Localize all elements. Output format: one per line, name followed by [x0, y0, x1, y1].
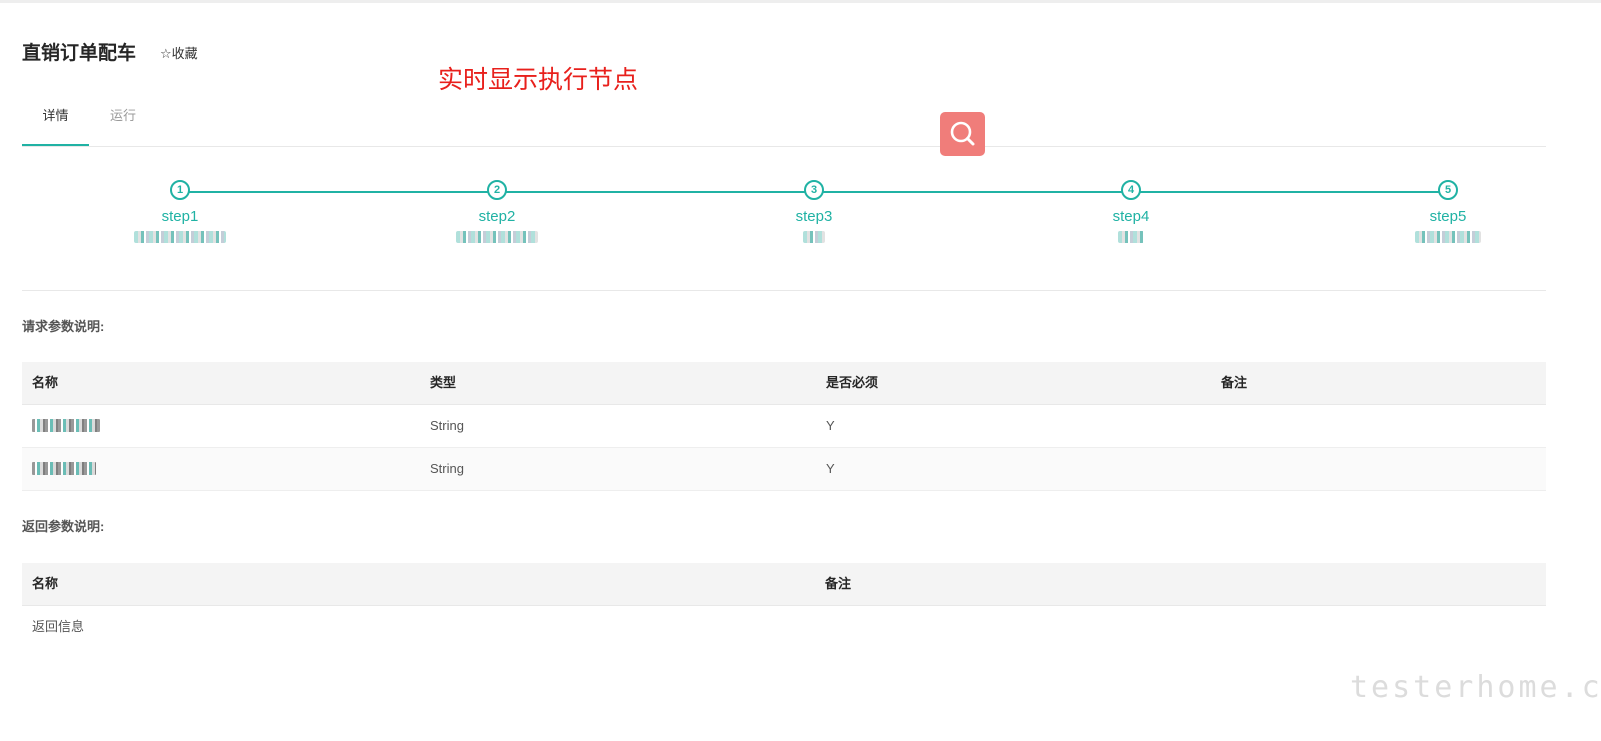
column-header-name: 名称: [32, 375, 59, 390]
request-params-title: 请求参数说明:: [22, 319, 105, 334]
step-progress: 1 step1 2 step2 3 step3 4 step4 5 step5: [22, 170, 1546, 270]
table-header: 名称 类型 是否必须 备注: [22, 362, 1546, 405]
column-header-remark: 备注: [1221, 375, 1248, 390]
param-name-redacted: [32, 419, 100, 432]
step-description-redacted: [803, 231, 825, 243]
top-border: [0, 0, 1601, 3]
step-label: step5: [1429, 208, 1467, 225]
step-number: 5: [1438, 180, 1458, 200]
param-type: String: [430, 461, 464, 476]
table-row: 返回信息: [22, 606, 1546, 649]
step-description-redacted: [456, 231, 538, 243]
step-item-4[interactable]: 4 step4: [1061, 170, 1201, 243]
step-item-2[interactable]: 2 step2: [427, 170, 567, 243]
step-label: step2: [478, 208, 516, 225]
step-number: 2: [487, 180, 507, 200]
return-params-title: 返回参数说明:: [22, 519, 105, 534]
return-params-table: 名称 备注 返回信息: [22, 563, 1546, 649]
param-required: Y: [826, 418, 835, 433]
step-number: 1: [170, 180, 190, 200]
table-row: String Y: [22, 448, 1546, 491]
step-description-redacted: [134, 231, 226, 243]
step-item-5[interactable]: 5 step5: [1378, 170, 1518, 243]
step-item-1[interactable]: 1 step1: [110, 170, 250, 243]
step-label: step1: [161, 208, 199, 225]
favorite-button[interactable]: ☆收藏: [160, 43, 198, 62]
tab-details[interactable]: 详情: [22, 96, 89, 146]
search-icon: [950, 121, 975, 146]
param-type: String: [430, 418, 464, 433]
param-required: Y: [826, 461, 835, 476]
step-label: step4: [1112, 208, 1150, 225]
step-number: 3: [804, 180, 824, 200]
annotation-text: 实时显示执行节点: [438, 65, 639, 94]
table-header: 名称 备注: [22, 563, 1546, 606]
step-label: step3: [795, 208, 833, 225]
watermark: testerhome.com: [1350, 670, 1601, 705]
column-header-remark: 备注: [825, 576, 852, 591]
request-params-table: 名称 类型 是否必须 备注 String Y String Y: [22, 362, 1546, 491]
column-header-type: 类型: [430, 375, 457, 390]
tab-run[interactable]: 运行: [108, 96, 138, 144]
step-description-redacted: [1415, 231, 1481, 243]
column-header-required: 是否必须: [826, 375, 879, 390]
page-title: 直销订单配车: [22, 43, 137, 64]
section-divider: [22, 290, 1546, 291]
table-row: String Y: [22, 405, 1546, 448]
return-param-name: 返回信息: [32, 619, 85, 634]
step-item-3[interactable]: 3 step3: [744, 170, 884, 243]
step-description-redacted: [1118, 231, 1144, 243]
tab-bar: 详情 运行: [22, 96, 1546, 147]
step-number: 4: [1121, 180, 1141, 200]
column-header-name: 名称: [32, 576, 59, 591]
param-name-redacted: [32, 462, 96, 475]
search-button[interactable]: [940, 112, 985, 156]
